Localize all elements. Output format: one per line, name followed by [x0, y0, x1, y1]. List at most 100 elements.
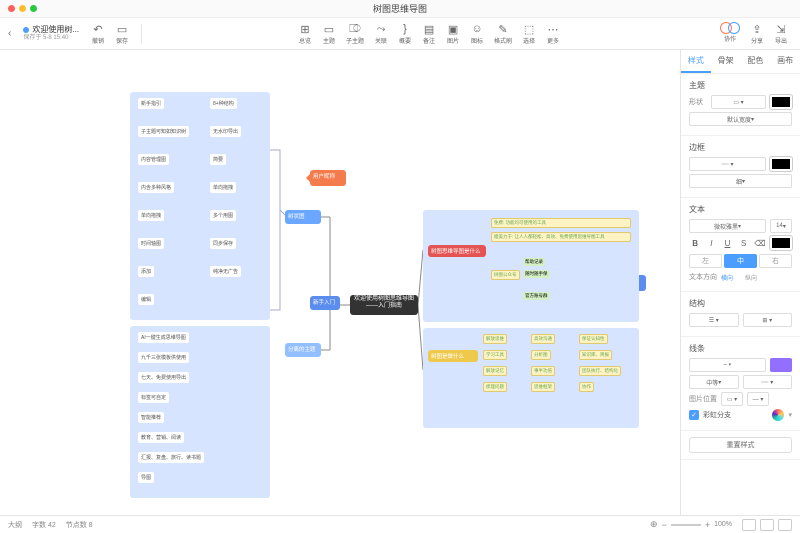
mind-node[interactable]: 子主题可知如知识树 — [138, 126, 189, 137]
export-button[interactable]: ⇲导出 — [770, 20, 792, 47]
mindmap-canvas[interactable]: 新手指引8+种结构子主题可知如知识树无水印导出内容管理图简要内含多种风格单向拖拽… — [0, 50, 680, 515]
fill-color[interactable] — [770, 95, 792, 109]
mind-node[interactable]: 新手指引 — [138, 98, 164, 109]
width-select[interactable]: 默认宽度 ▾ — [689, 112, 792, 126]
formatbrush-button[interactable]: ✎格式刷 — [490, 20, 516, 47]
mind-node[interactable]: 高效沟通 — [531, 334, 555, 344]
maximize-window[interactable] — [30, 5, 37, 12]
imgsize-select[interactable]: — ▾ — [747, 392, 769, 406]
central-node[interactable]: 欢迎使用树图思维导图 ——入门指南 — [350, 295, 418, 315]
mind-node[interactable]: 官方账号群 — [523, 292, 550, 300]
border-color[interactable] — [770, 157, 792, 171]
mind-node[interactable]: 免费: 功能均可使用的工具 — [491, 218, 631, 228]
textdir-vert[interactable]: 纵向 — [745, 273, 757, 282]
node-branch-2[interactable]: 分离的主题 — [285, 343, 321, 357]
mind-node[interactable]: 单向拖拽 — [138, 210, 164, 221]
rainbow-icon[interactable] — [772, 409, 784, 421]
save-button[interactable]: ▭保存 — [111, 20, 133, 47]
mind-node[interactable]: 学习工具 — [483, 350, 507, 360]
topic-button[interactable]: ▭主题 — [318, 20, 340, 47]
zoom-out-button[interactable]: − — [662, 520, 667, 530]
imgpos-select[interactable]: ▭ ▾ — [721, 392, 743, 406]
shape-select[interactable]: ▭ ▾ — [711, 95, 766, 109]
relation-button[interactable]: ⤳关联 — [370, 20, 392, 47]
mind-node[interactable]: 汇报、复盘、旅行、读书题 — [138, 452, 204, 463]
undo-button[interactable]: ↶撤销 — [87, 20, 109, 47]
overview-button[interactable]: ⊞总览 — [294, 20, 316, 47]
mind-node[interactable]: 教育、营销、阅读 — [138, 432, 184, 443]
collab-button[interactable]: 协作 — [716, 20, 744, 47]
mind-node[interactable]: 导图 — [138, 472, 154, 483]
node-cluster-right-2[interactable]: 解放思维高效沟通保证认知性学习工具分析图知识库、简报解放记忆事半功倍团队执行、结… — [423, 328, 639, 428]
align-right[interactable]: 右 — [759, 254, 792, 268]
fit-view-button[interactable] — [742, 519, 756, 531]
node-cluster-left-1[interactable]: 新手指引8+种结构子主题可知如知识树无水印导出内容管理图简要内含多种风格单向拖拽… — [130, 92, 270, 320]
zoom-slider[interactable] — [671, 524, 701, 526]
fullscreen-button[interactable] — [778, 519, 792, 531]
align-center[interactable]: 中 — [724, 254, 757, 268]
line-dash[interactable]: ┄┄ ▾ — [743, 375, 793, 389]
minimize-window[interactable] — [19, 5, 26, 12]
user-tag-1[interactable]: 用户昵称 — [310, 170, 346, 186]
mind-node[interactable]: 树图公众号 — [491, 270, 520, 280]
mind-node[interactable]: 8+种结构 — [210, 98, 237, 109]
node-cluster-left-2[interactable]: AI一键生成思维导图九千三张模板供使用七天、免费使用导出标签可自定智能推荐教育、… — [130, 326, 270, 498]
subtopic-button[interactable]: ⎄子主题 — [342, 20, 368, 47]
mind-node[interactable]: 事半功倍 — [531, 366, 555, 376]
mind-node[interactable]: 编辑 — [138, 294, 154, 305]
mind-node[interactable]: 添加 — [138, 266, 154, 277]
mind-node[interactable]: 内容管理图 — [138, 154, 169, 165]
outline-toggle[interactable]: 大纲 — [8, 520, 22, 530]
mind-node[interactable]: 随时随手保 — [523, 270, 550, 278]
node-entry[interactable]: 新手入门 — [310, 296, 340, 310]
mind-node[interactable]: 解放记忆 — [483, 366, 507, 376]
note-button[interactable]: ▤备注 — [418, 20, 440, 47]
line-style[interactable]: ⎯ ▾ — [689, 358, 766, 372]
structure-select-1[interactable]: ☰ ▾ — [689, 313, 739, 327]
mind-node[interactable]: 帮助记录 — [523, 258, 545, 266]
bold-button[interactable]: B — [689, 236, 701, 250]
mind-node[interactable]: AI一键生成思维导图 — [138, 332, 189, 343]
mind-node[interactable]: 团队执行、结构化 — [579, 366, 621, 376]
mind-node[interactable]: 协作 — [579, 382, 594, 392]
mind-node[interactable]: 七天、免费使用导出 — [138, 372, 189, 383]
zoom-in-button[interactable]: + — [705, 520, 710, 530]
text-color[interactable] — [770, 236, 792, 250]
mind-node[interactable]: 思维框架 — [531, 382, 555, 392]
reset-style-button[interactable]: 重置样式 — [689, 437, 792, 453]
share-button[interactable]: ⇪分享 — [746, 20, 768, 47]
tab-style[interactable]: 样式 — [681, 50, 711, 73]
close-window[interactable] — [8, 5, 15, 12]
border-width[interactable]: 细 ▾ — [689, 174, 792, 188]
textdir-horiz[interactable]: 横向 — [721, 273, 733, 282]
line-color[interactable] — [770, 358, 792, 372]
mind-node[interactable]: 解放思维 — [483, 334, 507, 344]
image-button[interactable]: ▣图片 — [442, 20, 464, 47]
strike-button[interactable]: S — [738, 236, 750, 250]
tab-skeleton[interactable]: 骨架 — [711, 50, 741, 73]
node-yellow-label[interactable]: 树图是做什么 — [428, 350, 478, 362]
mind-node[interactable]: 智能推荐 — [138, 412, 164, 423]
italic-button[interactable]: I — [705, 236, 717, 250]
mind-node[interactable]: 九千三张模板供使用 — [138, 352, 189, 363]
rainbow-checkbox[interactable]: ✓ — [689, 410, 699, 420]
structure-select-2[interactable]: ⊞ ▾ — [743, 313, 793, 327]
more-button[interactable]: ⋯更多 — [542, 20, 564, 47]
mind-node[interactable]: 知识库、简报 — [579, 350, 612, 360]
mind-node[interactable]: 同步保存 — [210, 238, 236, 249]
select-button[interactable]: ⬚选择 — [518, 20, 540, 47]
mind-node[interactable]: 内含多种风格 — [138, 182, 174, 193]
mind-node[interactable]: 单向拖拽 — [210, 182, 236, 193]
mind-node[interactable]: 标签可自定 — [138, 392, 169, 403]
mind-node[interactable]: 纯净无广告 — [210, 266, 241, 277]
mind-node[interactable]: 多个用图 — [210, 210, 236, 221]
mind-node[interactable]: 简要 — [210, 154, 226, 165]
mouse-mode-icon[interactable]: ⊕ — [650, 519, 658, 530]
node-cluster-right-1[interactable]: 免费: 功能均可使用的工具 媲美力于: 让人人都轻松、高效、免费使用思维导图工具… — [423, 210, 639, 322]
mind-node[interactable]: 保证认知性 — [579, 334, 608, 344]
border-style[interactable]: ┄┄ ▾ — [689, 157, 766, 171]
font-size[interactable]: 14 ▾ — [770, 219, 792, 233]
back-button[interactable]: ‹ — [8, 28, 15, 39]
summary-button[interactable]: }概要 — [394, 20, 416, 47]
icon-button[interactable]: ☺图标 — [466, 20, 488, 47]
